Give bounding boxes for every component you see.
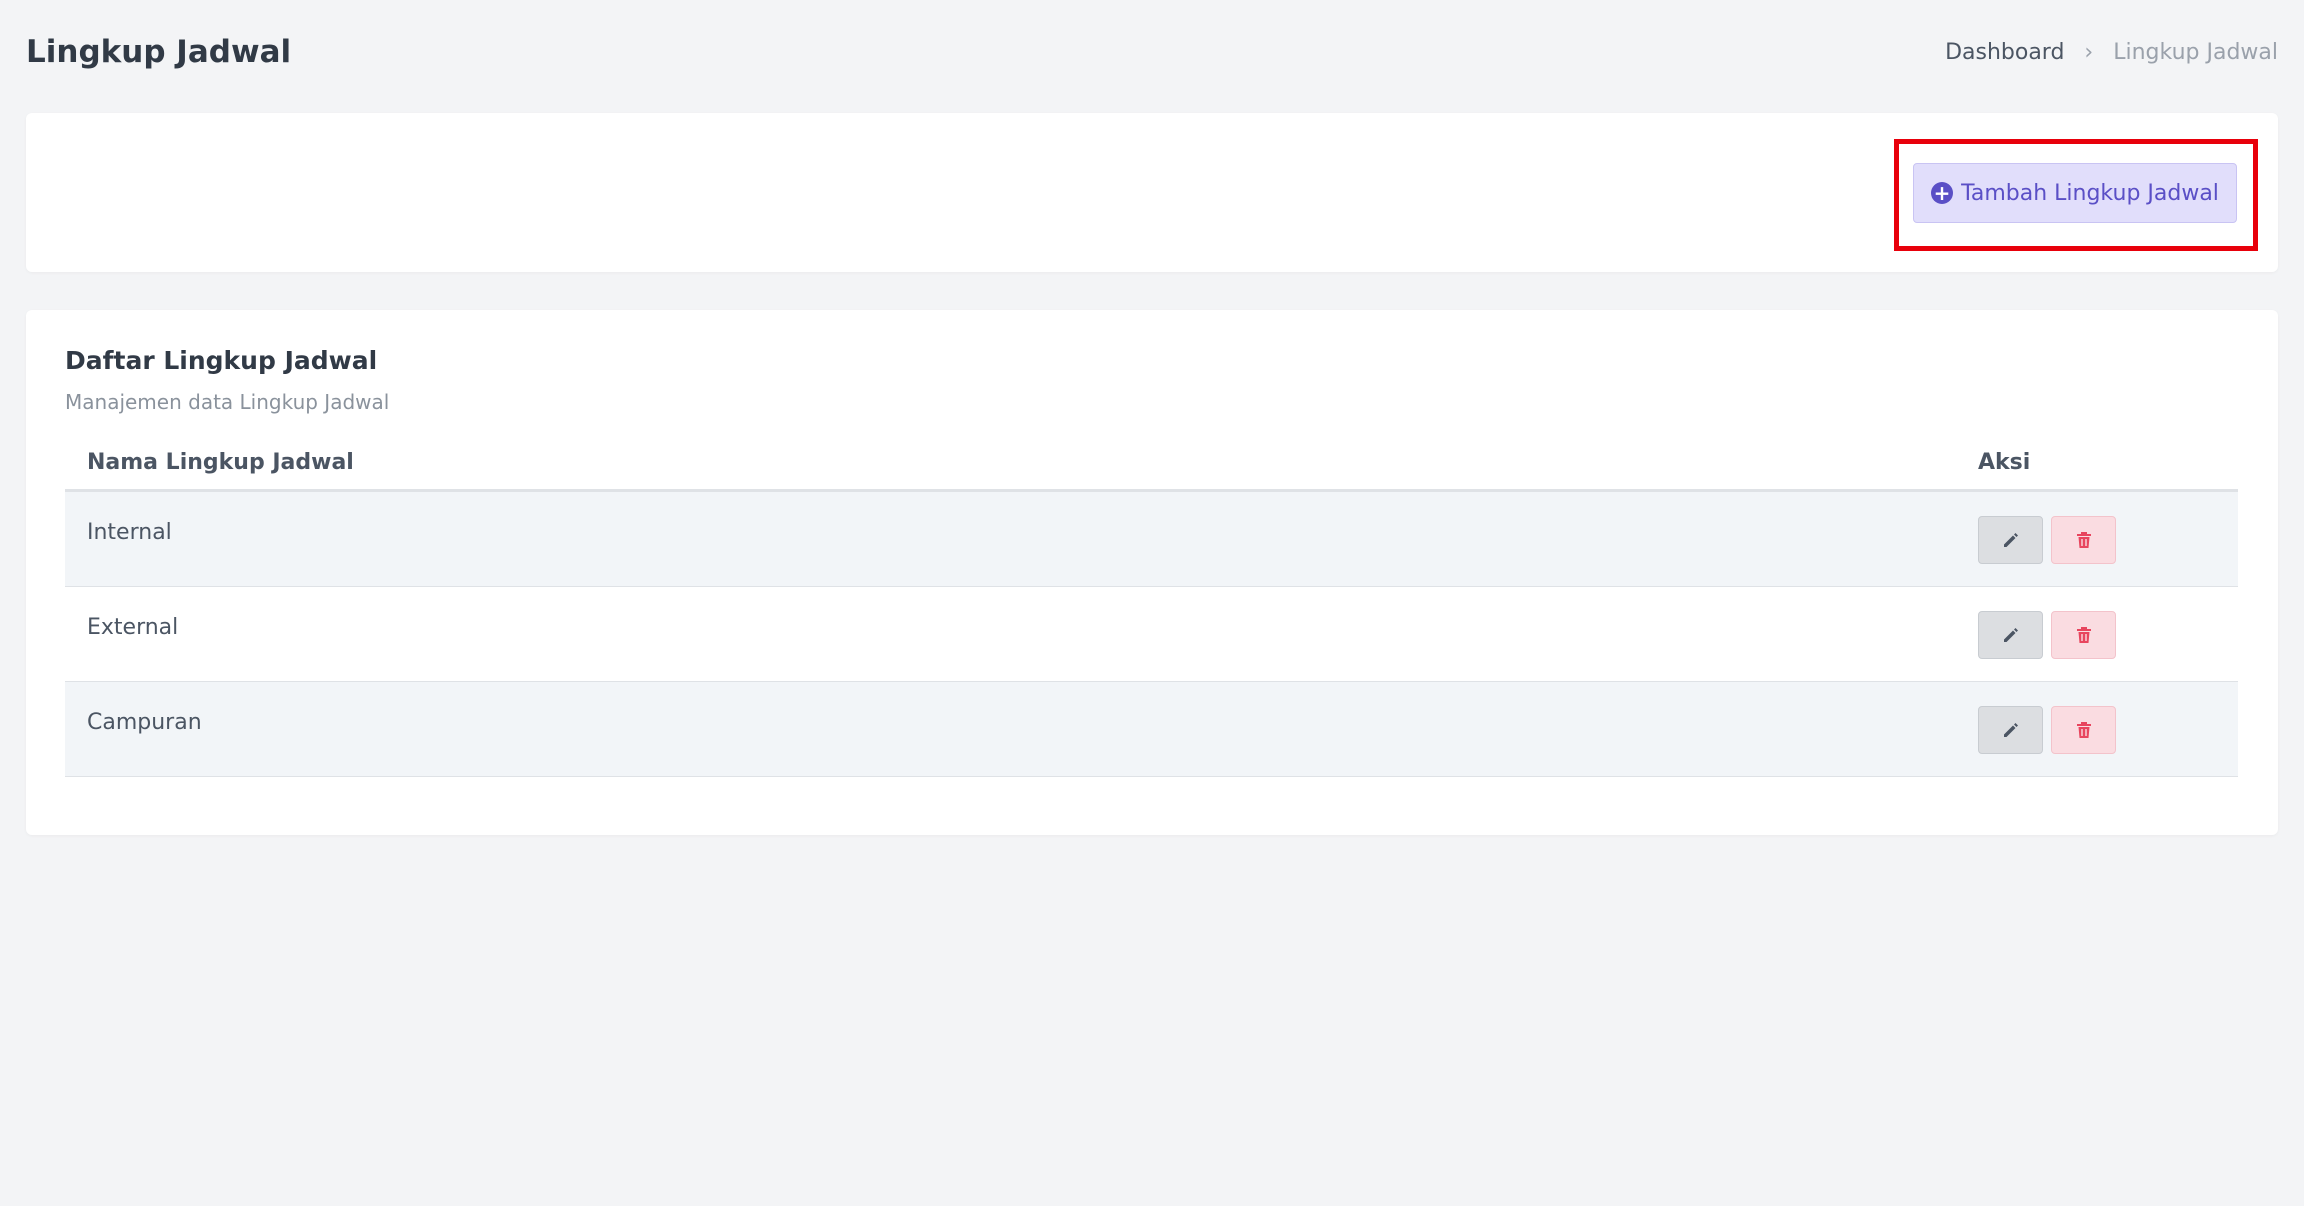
row-name: Campuran	[87, 710, 202, 735]
pencil-icon	[2003, 628, 2018, 642]
delete-button[interactable]	[2051, 516, 2116, 564]
list-subtitle: Manajemen data Lingkup Jadwal	[65, 390, 390, 414]
table-row: Internal	[65, 492, 2238, 587]
pencil-icon	[2003, 533, 2018, 547]
pencil-icon	[2003, 723, 2018, 737]
edit-button[interactable]	[1978, 611, 2043, 659]
breadcrumb-current: Lingkup Jadwal	[2113, 39, 2278, 65]
row-actions	[1978, 587, 2238, 659]
delete-button[interactable]	[2051, 611, 2116, 659]
trash-icon	[2076, 532, 2091, 548]
row-name: Internal	[87, 520, 172, 545]
row-actions	[1978, 492, 2238, 564]
column-header-action: Aksi	[1978, 450, 2031, 475]
chevron-right-icon: ›	[2084, 39, 2094, 65]
delete-button[interactable]	[2051, 706, 2116, 754]
trash-icon	[2076, 722, 2091, 738]
trash-icon	[2076, 627, 2091, 643]
breadcrumb-dashboard-link[interactable]: Dashboard	[1945, 40, 2064, 65]
page-header: Lingkup Jadwal Dashboard › Lingkup Jadwa…	[26, 28, 2278, 76]
table-row: External	[65, 587, 2238, 682]
list-card: Daftar Lingkup Jadwal Manajemen data Lin…	[26, 310, 2278, 835]
add-button-label: Tambah Lingkup Jadwal	[1961, 180, 2219, 206]
row-name: External	[87, 615, 179, 640]
list-title: Daftar Lingkup Jadwal	[65, 346, 378, 375]
data-table: Nama Lingkup Jadwal Aksi Internal Extern…	[65, 430, 2238, 777]
plus-circle-icon: +	[1931, 182, 1954, 204]
edit-button[interactable]	[1978, 516, 2043, 564]
edit-button[interactable]	[1978, 706, 2043, 754]
add-lingkup-jadwal-button[interactable]: + Tambah Lingkup Jadwal	[1913, 163, 2237, 223]
breadcrumb: Dashboard › Lingkup Jadwal	[1945, 40, 2278, 65]
column-header-name: Nama Lingkup Jadwal	[87, 450, 354, 475]
table-header: Nama Lingkup Jadwal Aksi	[65, 430, 2238, 492]
page-title: Lingkup Jadwal	[26, 34, 292, 70]
row-actions	[1978, 682, 2238, 754]
table-row: Campuran	[65, 682, 2238, 777]
